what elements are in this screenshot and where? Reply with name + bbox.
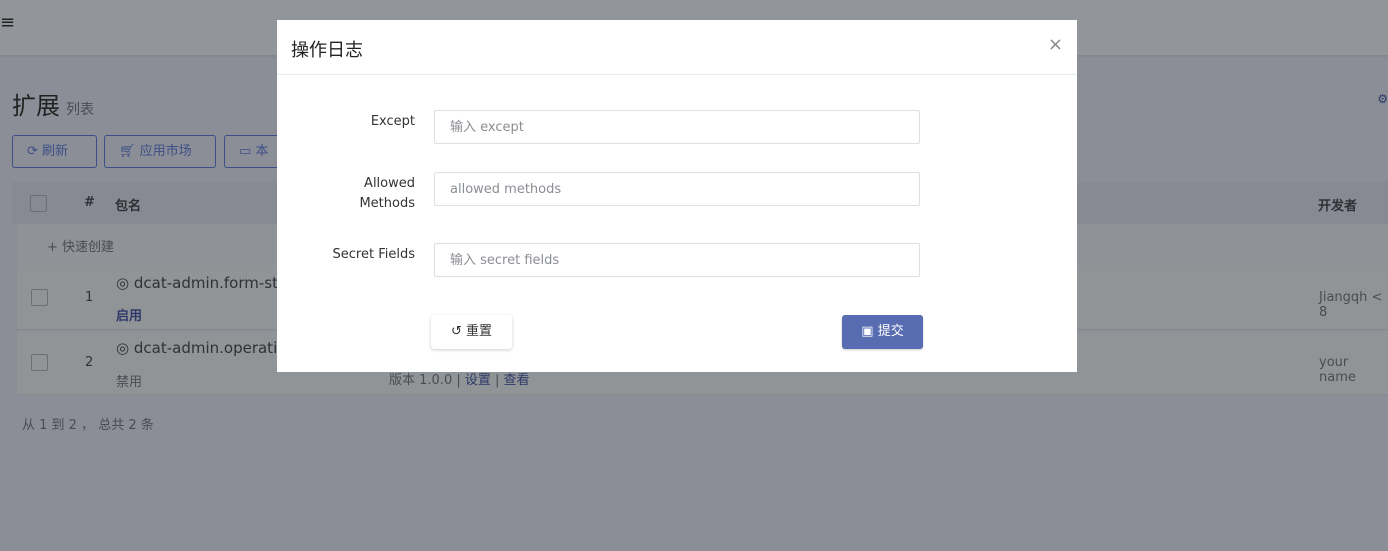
modal-header: 操作日志 × bbox=[277, 20, 1077, 75]
refresh-label: 刷新 bbox=[42, 144, 69, 159]
modal-title: 操作日志 bbox=[291, 40, 363, 61]
reset-label: 重置 bbox=[466, 324, 493, 339]
github-icon: ◎ bbox=[116, 274, 130, 292]
version: 版本 1.0.0 bbox=[389, 373, 453, 388]
row-checkbox[interactable] bbox=[31, 354, 48, 371]
page-title-text: 扩展 bbox=[12, 92, 60, 120]
header-developer: 开发者 bbox=[1318, 199, 1358, 214]
developer: your name bbox=[1319, 355, 1356, 385]
close-icon[interactable]: × bbox=[1048, 34, 1063, 55]
refresh-button[interactable]: ⟳ 刷新 bbox=[12, 135, 97, 168]
menu-icon[interactable]: ≡ bbox=[0, 12, 15, 33]
secret-fields-input[interactable] bbox=[434, 243, 920, 277]
settings-link[interactable]: 设置 bbox=[465, 373, 491, 388]
market-button[interactable]: 🛒︎ 应用市场 bbox=[104, 135, 216, 168]
submit-button[interactable]: ▣ 提交 bbox=[842, 315, 923, 349]
market-label: 应用市场 bbox=[139, 144, 192, 159]
row-index: 1 bbox=[85, 290, 94, 305]
secret-fields-label: Secret Fields bbox=[332, 247, 415, 262]
package-name-text: dcat-admin.form-st bbox=[133, 274, 278, 292]
row-index: 2 bbox=[85, 355, 94, 370]
package-name[interactable]: ◎ dcat-admin.operatio bbox=[116, 339, 286, 357]
allowed-methods-label: Allowed Methods bbox=[359, 176, 415, 211]
allowed-methods-input[interactable] bbox=[434, 172, 920, 206]
view-link[interactable]: 查看 bbox=[504, 373, 530, 388]
cart-icon: 🛒︎ bbox=[119, 144, 136, 159]
header-index: # bbox=[84, 195, 95, 210]
select-all-checkbox[interactable] bbox=[30, 195, 47, 212]
package-name-text: dcat-admin.operatio bbox=[133, 339, 287, 357]
developer: Jiangqh < 8 bbox=[1319, 290, 1383, 320]
submit-label: 提交 bbox=[877, 324, 904, 339]
page-subtitle: 列表 bbox=[66, 102, 94, 118]
pagination-summary: 从 1 到 2 ， 总共 2 条 bbox=[22, 418, 154, 433]
header-name: 包名 bbox=[115, 199, 142, 214]
except-label: Except bbox=[370, 114, 415, 129]
quick-create-link[interactable]: + 快速创建 bbox=[47, 236, 114, 255]
operation-log-modal: 操作日志 × Except Allowed Methods Secret Fie… bbox=[277, 20, 1077, 372]
page-title: 扩展 列表 bbox=[12, 86, 94, 121]
except-input[interactable] bbox=[434, 110, 920, 144]
local-label: 本 bbox=[255, 144, 269, 159]
disable-link[interactable]: 禁用 bbox=[116, 371, 142, 390]
settings-icon[interactable]: ⚙ bbox=[1377, 92, 1388, 106]
github-icon: ◎ bbox=[116, 339, 130, 357]
refresh-icon: ⟳ bbox=[27, 144, 38, 159]
save-icon: ▣ bbox=[861, 324, 874, 339]
folder-icon: ▭ bbox=[239, 144, 252, 159]
enable-link[interactable]: 启用 bbox=[116, 305, 142, 324]
undo-icon: ↺ bbox=[450, 324, 462, 339]
package-name[interactable]: ◎ dcat-admin.form-st bbox=[116, 274, 278, 292]
row-checkbox[interactable] bbox=[31, 289, 48, 306]
reset-button[interactable]: ↺ 重置 bbox=[431, 315, 512, 349]
